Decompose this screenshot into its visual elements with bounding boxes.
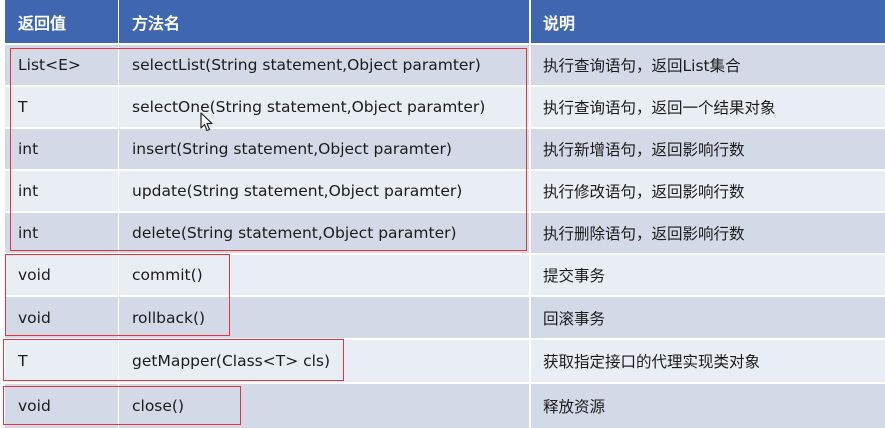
cell-description: 执行查询语句，返回List集合 [531,45,885,85]
cell-return-type: void [5,255,118,295]
cell-method: getMapper(Class<T> cls) [119,340,529,382]
table-row: void close() 释放资源 [0,384,885,428]
cell-description: 提交事务 [531,255,885,295]
table-row: T getMapper(Class<T> cls) 获取指定接口的代理实现类对象 [0,340,885,382]
cell-description: 回滚事务 [531,297,885,338]
cell-method: rollback() [119,297,529,338]
cell-return-type: T [5,340,118,382]
cell-description: 执行删除语句，返回影响行数 [531,213,885,253]
header-description: 说明 [531,0,885,43]
cell-method: selectList(String statement,Object param… [119,45,529,85]
cell-method: close() [119,384,529,428]
header-return-type: 返回值 [5,0,118,43]
table-header: 返回值 方法名 说明 [0,0,885,43]
header-method-name: 方法名 [119,0,529,43]
cell-method: selectOne(String statement,Object paramt… [119,87,529,127]
table-row: T selectOne(String statement,Object para… [0,87,885,127]
cell-method: delete(String statement,Object paramter) [119,213,529,253]
cell-return-type: int [5,213,118,253]
table-row: void rollback() 回滚事务 [0,297,885,338]
table-row: int delete(String statement,Object param… [0,213,885,253]
cell-return-type: int [5,129,118,169]
cell-method: insert(String statement,Object paramter) [119,129,529,169]
api-table: 返回值 方法名 说明 List<E> selectList(String sta… [0,0,885,428]
cell-return-type: int [5,171,118,211]
cell-description: 执行修改语句，返回影响行数 [531,171,885,211]
cell-method: commit() [119,255,529,295]
cell-return-type: void [5,297,118,338]
cell-description: 释放资源 [531,384,885,428]
table-row: List<E> selectList(String statement,Obje… [0,45,885,85]
cell-method: update(String statement,Object paramter) [119,171,529,211]
table-row: int insert(String statement,Object param… [0,129,885,169]
table-row: int update(String statement,Object param… [0,171,885,211]
mouse-cursor-icon [200,112,213,132]
cell-description: 获取指定接口的代理实现类对象 [531,340,885,382]
table-row: void commit() 提交事务 [0,255,885,295]
cell-description: 执行查询语句，返回一个结果对象 [531,87,885,127]
cell-return-type: T [5,87,118,127]
cell-return-type: void [5,384,118,428]
cell-description: 执行新增语句，返回影响行数 [531,129,885,169]
cell-return-type: List<E> [5,45,118,85]
